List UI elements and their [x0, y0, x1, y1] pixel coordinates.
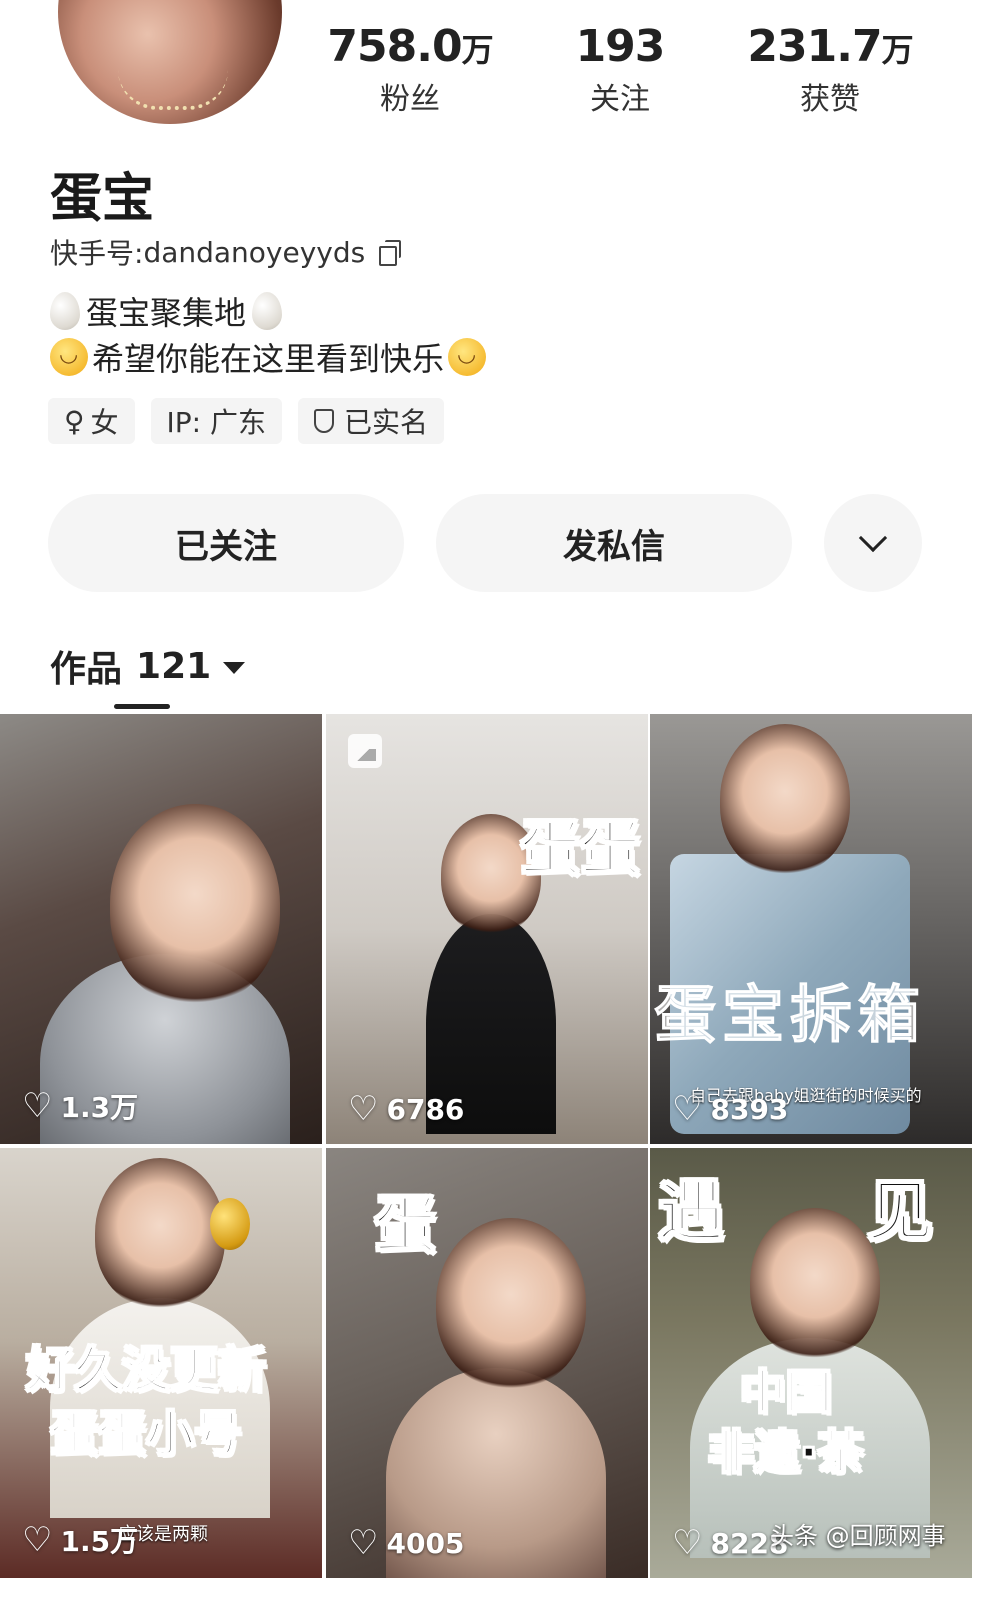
tab-works[interactable]: 作品 121: [50, 640, 246, 692]
stat-followers-label: 粉丝: [380, 82, 440, 117]
kuaishou-id: 快手号: dandanoyeyyds: [50, 232, 402, 272]
female-icon: ♀: [64, 404, 85, 438]
heart-icon: ♡: [22, 1086, 53, 1126]
image-post-icon: [348, 734, 382, 768]
video-overlay-title: 遇 见: [657, 1172, 972, 1251]
golden-egg-icon: [210, 1198, 250, 1250]
video-overlay-subtitle: 中国 非遗·茶: [707, 1364, 864, 1480]
like-count: ♡ 8393: [672, 1089, 789, 1129]
heart-icon: ♡: [672, 1523, 703, 1563]
chevron-down-icon: [858, 523, 888, 553]
avatar-necklace: [118, 70, 228, 110]
video-overlay-title: 蛋: [373, 1187, 437, 1262]
followed-button[interactable]: 已关注: [48, 494, 404, 592]
egg-icon: [50, 292, 80, 330]
egg-icon: [252, 292, 283, 330]
shield-icon: [314, 409, 335, 433]
more-button[interactable]: [824, 494, 922, 592]
message-button[interactable]: 发私信: [436, 494, 792, 592]
profile-tags: ♀ 女 IP: 广东 已实名: [48, 398, 445, 444]
kuaishou-id-value: dandanoyeyyds: [143, 235, 366, 269]
video-overlay-title: 蛋宝拆箱: [653, 978, 927, 1052]
copy-icon[interactable]: [379, 240, 402, 266]
video-overlay-title: 蛋蛋: [519, 813, 641, 885]
stat-followers[interactable]: 758.0万 粉丝: [300, 18, 520, 121]
stat-followers-value: 758.0万: [327, 21, 493, 72]
kuaishou-id-label: 快手号:: [50, 237, 144, 270]
stat-likes-value: 231.7万: [747, 21, 913, 72]
stat-likes[interactable]: 231.7万 获赞: [720, 18, 940, 121]
like-count: ♡ 6786: [348, 1089, 465, 1129]
tab-underline: [114, 704, 170, 709]
heart-icon: ♡: [348, 1089, 379, 1129]
video-overlay-title: 好久没更新 蛋蛋小号: [25, 1341, 267, 1463]
like-count: ♡ 1.3万: [22, 1086, 139, 1126]
tag-verified: 已实名: [298, 398, 445, 444]
stat-following[interactable]: 193 关注: [510, 18, 730, 121]
heart-icon: ♡: [672, 1089, 703, 1129]
video-tile[interactable]: 遇 见 中国 非遗·茶 ♡ 8228: [650, 1148, 972, 1578]
heart-icon: ♡: [348, 1523, 379, 1563]
stat-following-value: 193: [575, 21, 666, 72]
profile-name: 蛋宝: [50, 169, 155, 229]
smile-emoji-icon: [50, 338, 88, 376]
like-count: ♡ 4005: [348, 1523, 465, 1563]
heart-icon: ♡: [22, 1520, 53, 1560]
tag-ip: IP: 广东: [150, 398, 283, 444]
tag-gender: ♀ 女: [48, 398, 135, 444]
profile-stats: 758.0万 粉丝 193 关注 231.7万 获赞: [300, 18, 980, 128]
bio-line-1: 蛋宝聚集地: [50, 288, 283, 334]
video-tile[interactable]: 好久没更新 蛋蛋小号 应该是两颗 ♡ 1.5万: [0, 1148, 322, 1578]
video-tile[interactable]: 蛋 ♡ 4005: [326, 1148, 648, 1578]
like-count: ♡ 1.5万: [22, 1520, 139, 1560]
video-tile[interactable]: 蛋蛋 ♡ 6786: [326, 714, 648, 1144]
smile-emoji-icon: [448, 338, 487, 376]
bio-line-2: 希望你能在这里看到快乐: [50, 334, 487, 380]
caret-down-icon: [223, 662, 246, 674]
stat-following-label: 关注: [590, 82, 650, 117]
avatar[interactable]: [58, 0, 282, 124]
stat-likes-label: 获赞: [800, 82, 860, 117]
watermark: 头条 @回顾网事: [770, 1522, 946, 1550]
video-tile[interactable]: ♡ 1.3万: [0, 714, 322, 1144]
video-tile[interactable]: 蛋宝拆箱 自己去跟baby姐逛街的时候买的 ♡ 8393: [650, 714, 972, 1144]
